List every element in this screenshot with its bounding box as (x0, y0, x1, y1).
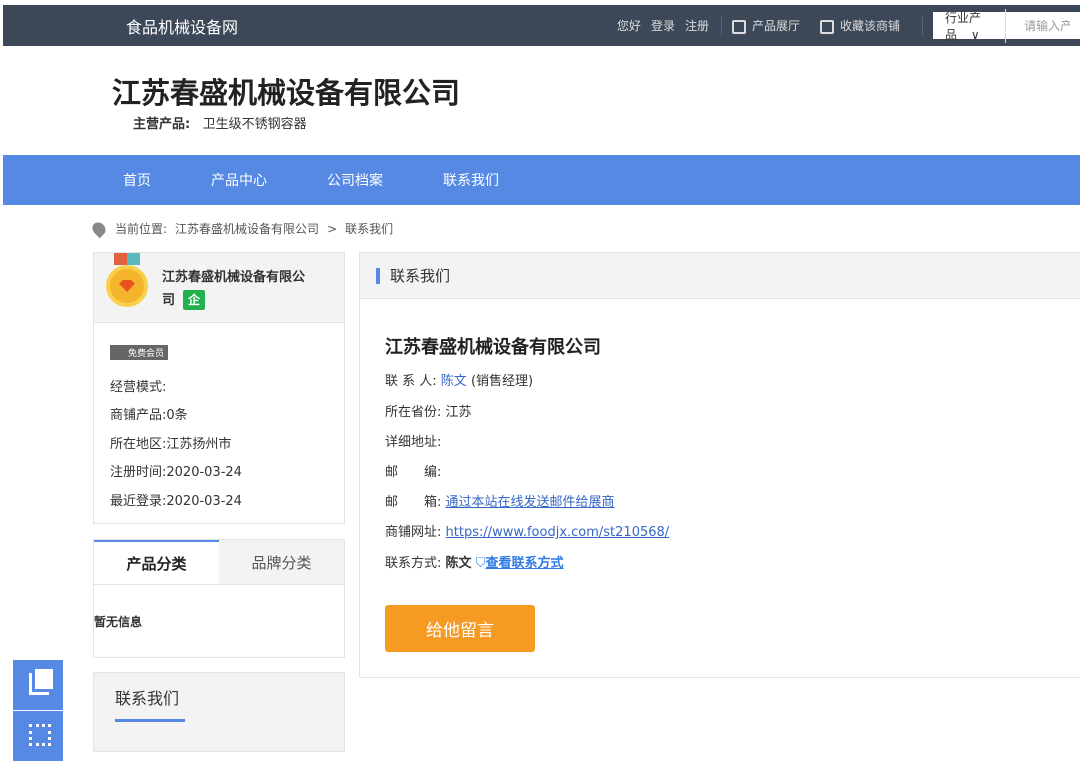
shop-url-link[interactable]: https://www.foodjx.com/st210568/ (446, 525, 670, 540)
site-name[interactable]: 食品机械设备网 (126, 14, 238, 38)
contact-panel-title: 联系我们 (390, 267, 451, 285)
accent-bar (376, 267, 380, 284)
breadcrumb-company[interactable]: 江苏春盛机械设备有限公司 (175, 220, 319, 237)
shop-icon (731, 19, 746, 34)
divider (720, 16, 722, 35)
site-logo[interactable] (93, 14, 119, 28)
email-link[interactable]: 通过本站在线发送邮件给展商 (446, 495, 615, 510)
category-box: 产品分类 品牌分类 暂无信息 (93, 539, 345, 658)
email-row: 邮 箱: 通过本站在线发送邮件给展商 (385, 491, 615, 510)
label: 联系方式: (385, 556, 442, 571)
search-category-label: 行业产品 (945, 10, 982, 42)
main-nav: 首页 产品中心 公司档案 联系我们 (3, 155, 1080, 205)
enterprise-badge: 企 (183, 290, 206, 310)
copy-icon (29, 669, 53, 695)
favorite-shop-label: 收藏该商铺 (839, 19, 900, 33)
contact-box: 联系我们 (93, 672, 345, 752)
business-mode: 经营模式: (110, 380, 167, 395)
view-contact-link[interactable]: 查看联系方式 (485, 556, 563, 571)
nav-contact[interactable]: 联系我们 (443, 170, 499, 190)
method-name: 陈文 (445, 556, 472, 571)
copy-button[interactable] (13, 660, 63, 710)
shop-products: 商铺产品:0条 (110, 408, 188, 423)
company-title: 江苏春盛机械设备有限公司 (112, 76, 461, 110)
leave-message-button[interactable]: 给他留言 (385, 605, 535, 652)
main-products-value: 卫生级不锈钢容器 (202, 117, 307, 132)
shield-check-icon: ⛉ (475, 556, 486, 571)
company-card: 江苏春盛机械设备有限公司企 免费会员 经营模式: 商铺产品:0条 所在地区:江苏… (93, 252, 345, 524)
province-row: 所在省份: 江苏 (385, 401, 472, 420)
contact-box-title: 联系我们 (115, 685, 185, 722)
empty-message: 暂无信息 (94, 615, 143, 629)
nav-profile[interactable]: 公司档案 (327, 170, 383, 190)
breadcrumb: 当前位置: 江苏春盛机械设备有限公司 > 联系我们 (89, 219, 401, 238)
medal-icon (106, 265, 148, 307)
product-hall-label: 产品展厅 (751, 19, 800, 33)
ribbon (114, 253, 140, 265)
breadcrumb-label: 当前位置: (115, 222, 168, 236)
top-bar: 食品机械设备网 您好 登录 注册 产品展厅 收藏该商铺 行业产品 ∨ 请输入产品 (3, 5, 1080, 46)
label: 邮 箱: (385, 495, 442, 510)
breadcrumb-current: 联系我们 (345, 222, 394, 236)
zip-row: 邮 编: (385, 465, 442, 480)
qr-code-button[interactable] (13, 711, 63, 761)
nav-home[interactable]: 首页 (123, 170, 151, 190)
bookmark-icon (819, 19, 834, 34)
register-link[interactable]: 注册 (685, 17, 709, 34)
qr-code-icon (29, 724, 51, 746)
label: 商铺网址: (385, 525, 442, 540)
product-hall-link[interactable]: 产品展厅 (731, 17, 810, 34)
province: 江苏 (445, 405, 472, 420)
tab-brand-category[interactable]: 品牌分类 (219, 540, 344, 584)
favorite-shop-link[interactable]: 收藏该商铺 (819, 17, 910, 34)
contact-person-row: 联 系 人: 陈文 (销售经理) (385, 370, 533, 389)
position: (销售经理) (470, 374, 534, 389)
member-badge: 免费会员 (110, 345, 169, 360)
label: 联 系 人: (385, 374, 437, 389)
address-row: 详细地址: (385, 435, 442, 450)
card-company-name: 江苏春盛机械设备有限公司企 (162, 266, 312, 312)
contact-company: 江苏春盛机械设备有限公司 (385, 337, 601, 358)
breadcrumb-separator: > (327, 221, 338, 236)
nav-products[interactable]: 产品中心 (211, 170, 267, 190)
last-login: 最近登录:2020-03-24 (110, 494, 242, 509)
hello-text: 您好 (616, 19, 641, 33)
main-products: 主营产品: 卫生级不锈钢容器 (133, 113, 307, 132)
location-icon (89, 219, 109, 238)
contact-panel-header: 联系我们 (360, 253, 1080, 299)
label: 所在省份: (385, 405, 442, 420)
tab-product-category[interactable]: 产品分类 (94, 540, 219, 584)
search-box[interactable]: 行业产品 ∨ 请输入产品 (933, 8, 1080, 43)
divider (922, 16, 923, 35)
register-time: 注册时间:2020-03-24 (110, 465, 242, 480)
main-products-label: 主营产品: (133, 117, 191, 132)
search-category-select[interactable]: 行业产品 ∨ (933, 8, 1007, 43)
contact-panel: 联系我们 江苏春盛机械设备有限公司 联 系 人: 陈文 (销售经理) 所在省份:… (359, 252, 1080, 678)
search-input[interactable]: 请输入产品 (1016, 17, 1070, 34)
region: 所在地区:江苏扬州市 (110, 437, 232, 452)
method-row: 联系方式: 陈文 ⛉查看联系方式 (385, 552, 563, 571)
url-row: 商铺网址: https://www.foodjx.com/st210568/ (385, 521, 669, 540)
login-link[interactable]: 登录 (651, 17, 675, 34)
contact-person[interactable]: 陈文 (441, 374, 467, 389)
